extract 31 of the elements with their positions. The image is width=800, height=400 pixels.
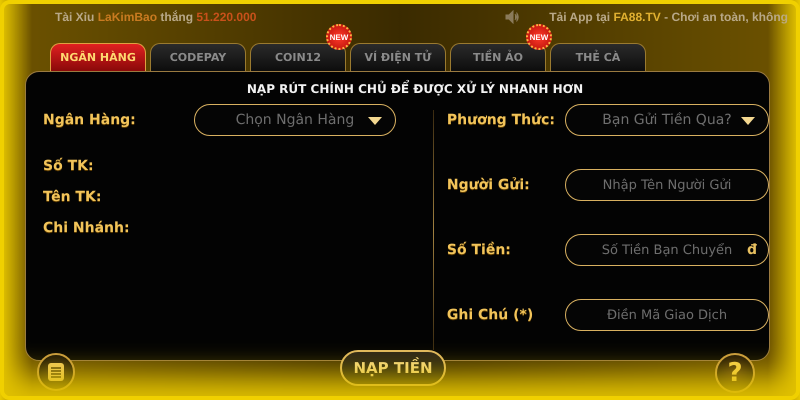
tab[interactable]: THẺ CÀ	[550, 43, 646, 71]
caret-icon	[366, 116, 383, 126]
promo-ticker: Tải App tại FA88.TV - Chơi an toàn, không	[549, 10, 788, 24]
input-field[interactable]: Điền Mã Giao Dịch	[565, 299, 769, 331]
field-label: Phương Thức:	[446, 112, 555, 128]
field-label: Người Gửi:	[446, 177, 530, 193]
caret-icon	[740, 116, 756, 126]
new-badge: NEW	[326, 24, 352, 50]
dropdown[interactable]: Chọn Ngân Hàng	[194, 104, 396, 136]
document-icon	[47, 362, 65, 382]
field-label: Ghi Chú (*)	[446, 307, 534, 323]
tab[interactable]: VÍ ĐIỆN TỬ	[350, 43, 446, 71]
field-label: Số TK:	[43, 158, 94, 174]
input-field[interactable]: Nhập Tên Người Gửi	[565, 169, 769, 201]
field-label: Ngân Hàng:	[43, 112, 136, 128]
field-label: Tên TK:	[43, 189, 102, 205]
panel-heading: NẠP RÚT CHÍNH CHỦ ĐỂ ĐƯỢC XỬ LÝ NHANH HƠN	[26, 72, 769, 96]
help-button[interactable]: ?	[715, 353, 755, 393]
tab[interactable]: NGÂN HÀNG	[50, 43, 146, 71]
deposit-button[interactable]: NẠP TIỀN	[340, 350, 446, 386]
speaker-icon[interactable]	[505, 10, 520, 24]
new-badge: NEW	[526, 24, 552, 50]
tab[interactable]: TIỀN ẢO	[450, 43, 546, 71]
winner-ticker: Tài Xỉu LaKimBao thắng 51.220.000	[55, 10, 256, 24]
field-label: Chi Nhánh:	[43, 220, 130, 236]
tab[interactable]: COIN12	[250, 43, 346, 71]
tab[interactable]: CODEPAY	[150, 43, 246, 71]
dropdown[interactable]: Bạn Gửi Tiền Qua?	[565, 104, 769, 136]
currency-sign: đ	[746, 242, 757, 258]
notes-button[interactable]	[37, 353, 75, 391]
field-label: Số Tiền:	[446, 242, 511, 258]
